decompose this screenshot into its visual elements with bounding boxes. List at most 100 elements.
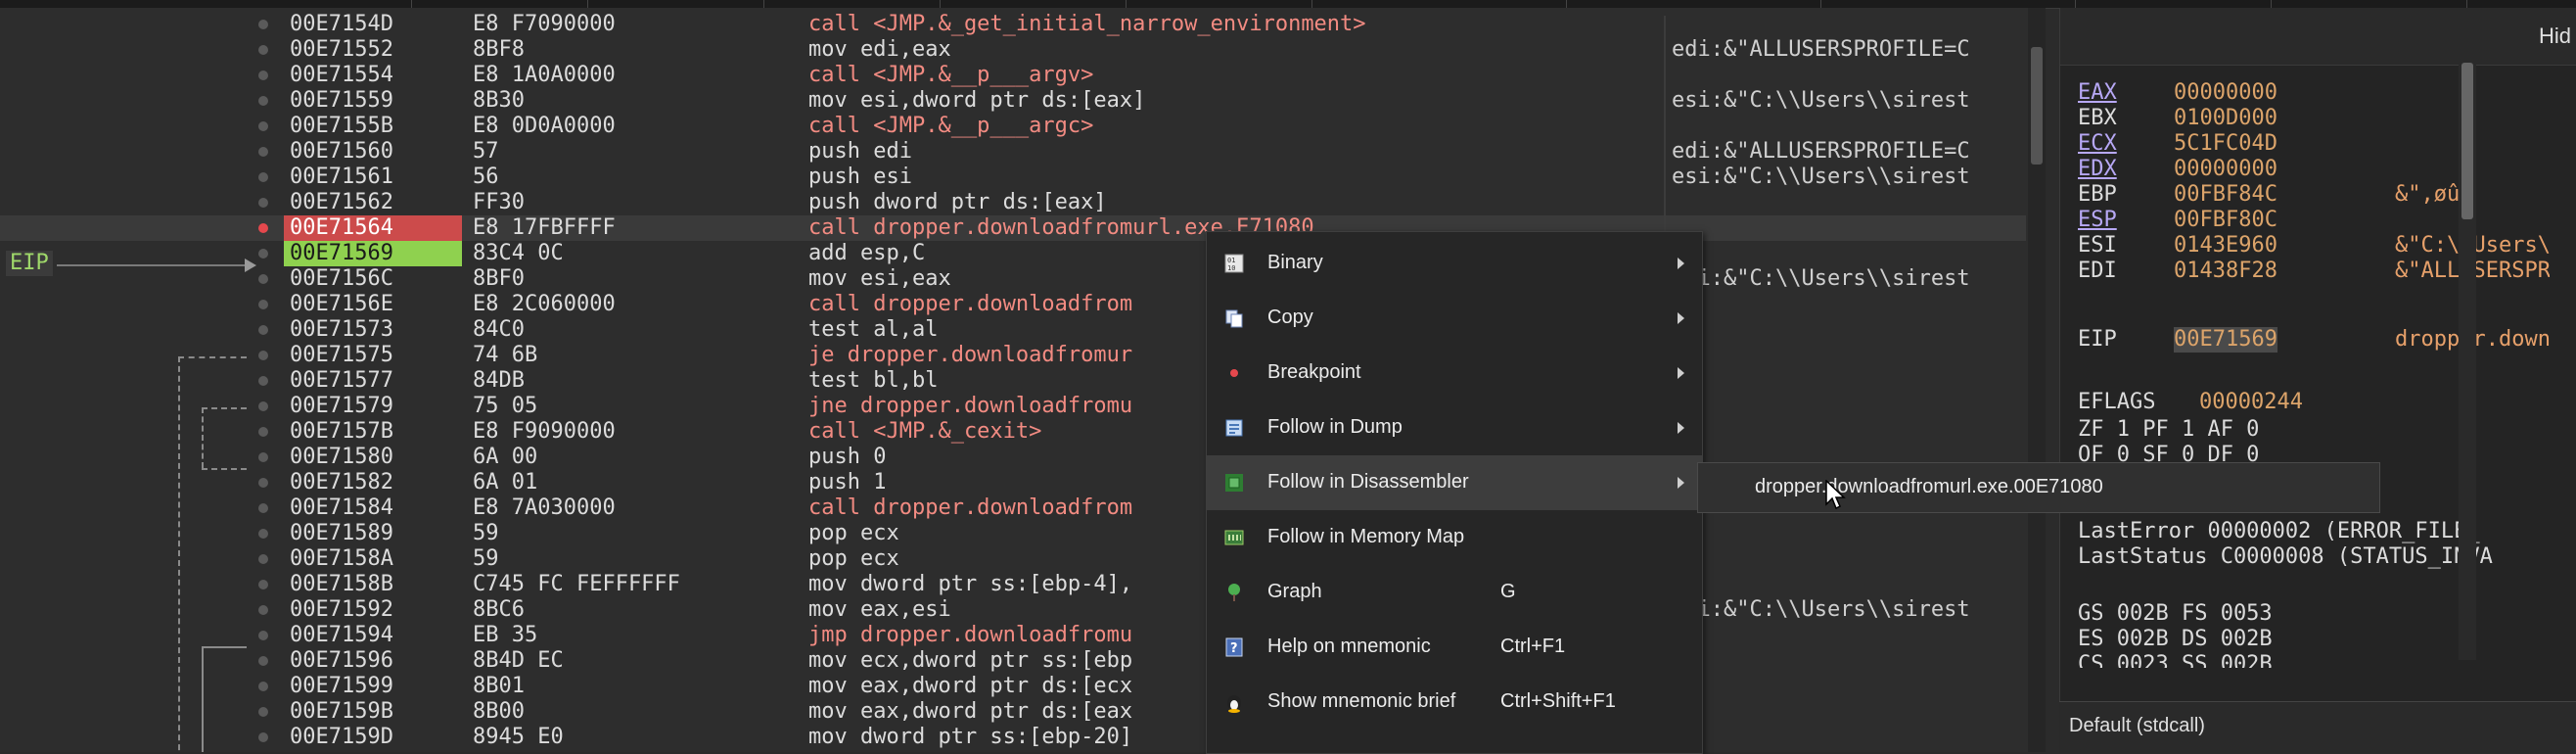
disasm-bytes[interactable]: 74 6B xyxy=(473,343,537,368)
tab[interactable] xyxy=(1311,0,1567,8)
tab[interactable] xyxy=(763,0,941,8)
disasm-row[interactable]: 00E7159B 8B00 mov eax,dword ptr ds:[eax xyxy=(0,699,2026,725)
disasm-address[interactable]: 00E71580 xyxy=(284,445,462,470)
disasm-row[interactable]: 00E71560 57 push edi edi:&"ALLUSERSPROFILE=… xyxy=(0,139,2026,165)
disasm-instruction[interactable]: add esp,C xyxy=(808,241,925,266)
disasm-instruction[interactable]: call <JMP.&_cexit> xyxy=(808,419,1041,445)
breakpoint-slot-icon[interactable] xyxy=(258,554,268,564)
disasm-instruction[interactable]: push esi xyxy=(808,165,912,190)
register-value[interactable]: 00E71569 xyxy=(2174,327,2277,353)
disasm-address[interactable]: 00E7154D xyxy=(284,12,462,37)
menu-item-copy[interactable]: Copy xyxy=(1207,291,1702,346)
disasm-row[interactable]: 00E7156E E8 2C060000 call dropper.download… xyxy=(0,292,2026,317)
disasm-row[interactable]: 00E7157B E8 F9090000 call <JMP.&_cexit> xyxy=(0,419,2026,445)
disasm-bytes[interactable]: C745 FC FEFFFFFF xyxy=(473,572,680,597)
register-ebx[interactable]: EBX 0100D000 xyxy=(2078,106,2277,131)
breakpoint-slot-icon[interactable] xyxy=(258,631,268,640)
disasm-address[interactable]: 00E7157B xyxy=(284,419,462,445)
menu-item-help-on-mnemonic[interactable]: ? Help on mnemonic Ctrl+F1 xyxy=(1207,620,1702,675)
disasm-bytes[interactable]: 59 xyxy=(473,546,499,572)
disasm-row[interactable]: 00E71562 FF30 push dword ptr ds:[eax] xyxy=(0,190,2026,215)
disasm-bytes[interactable]: 83C4 0C xyxy=(473,241,564,266)
segment-row-2[interactable]: ES 002B DS 002B xyxy=(2078,627,2273,652)
disasm-row[interactable]: 00E71564 E8 17FBFFFF call dropper.download… xyxy=(0,215,2026,241)
disasm-address[interactable]: 00E71554 xyxy=(284,63,462,88)
register-edi[interactable]: EDI01438F28&"ALLUSERSPRO xyxy=(2078,259,2550,284)
disasm-address[interactable]: 00E71564 xyxy=(284,215,462,241)
disasm-address[interactable]: 00E7156C xyxy=(284,266,462,292)
disasm-address[interactable]: 00E71594 xyxy=(284,623,462,648)
register-value[interactable]: 01438F28 xyxy=(2174,259,2277,284)
breakpoint-slot-icon[interactable] xyxy=(258,682,268,691)
disasm-instruction[interactable]: mov ecx,dword ptr ss:[ebp xyxy=(808,648,1132,674)
register-eax[interactable]: EAX 00000000 xyxy=(2078,80,2277,106)
disasm-bytes[interactable]: 56 xyxy=(473,165,499,190)
disasm-row[interactable]: 00E7158B C745 FC FEFFFFFF mov dword ptr ss… xyxy=(0,572,2026,597)
disasm-row[interactable]: 00E71596 8B4D EC mov ecx,dword ptr ss:[ebp xyxy=(0,648,2026,674)
disasm-row[interactable]: 00E71559 8B30 mov esi,dword ptr ds:[eax] es… xyxy=(0,88,2026,114)
registers-scrollbar[interactable] xyxy=(2459,61,2476,660)
disasm-bytes[interactable]: E8 2C060000 xyxy=(473,292,616,317)
disasm-bytes[interactable]: E8 0D0A0000 xyxy=(473,114,616,139)
disasm-bytes[interactable]: 8945 E0 xyxy=(473,725,564,750)
disasm-instruction[interactable]: mov esi,dword ptr ds:[eax] xyxy=(808,88,1145,114)
disasm-address[interactable]: 00E71589 xyxy=(284,521,462,546)
breakpoint-slot-icon[interactable] xyxy=(258,401,268,411)
disasm-comment[interactable]: edi:&"ALLUSERSPROFILE=C xyxy=(1672,139,1970,165)
calling-convention-label[interactable]: Default (stdcall) xyxy=(2069,715,2205,737)
calling-convention-bar[interactable]: Default (stdcall) xyxy=(2059,701,2576,753)
disasm-bytes[interactable]: E8 1A0A0000 xyxy=(473,63,616,88)
disasm-instruction[interactable]: call <JMP.&_get_initial_narrow_environme… xyxy=(808,12,1366,37)
register-value[interactable]: 5C1FC04D xyxy=(2174,131,2277,157)
breakpoint-slot-icon[interactable] xyxy=(258,172,268,182)
segment-row-1[interactable]: GS 002B FS 0053 xyxy=(2078,601,2273,627)
breakpoint-slot-icon[interactable] xyxy=(258,351,268,360)
breakpoint-slot-icon[interactable] xyxy=(258,20,268,29)
disasm-row[interactable]: 00E71592 8BC6 mov eax,esi esi:&"C:\\Users\\… xyxy=(0,597,2026,623)
disasm-comment[interactable]: edi:&"ALLUSERSPROFILE=C xyxy=(1672,37,1970,63)
disasm-comment[interactable]: esi:&"C:\\Users\\sirest xyxy=(1672,165,1970,190)
breakpoint-slot-icon[interactable] xyxy=(258,656,268,666)
disasm-comment[interactable]: esi:&"C:\\Users\\sirest xyxy=(1672,597,1970,623)
disasm-address[interactable]: 00E71599 xyxy=(284,674,462,699)
disasm-row[interactable]: 00E7155B E8 0D0A0000 call <JMP.&__p___argc… xyxy=(0,114,2026,139)
disasm-bytes[interactable]: 8BF8 xyxy=(473,37,525,63)
disasm-address[interactable]: 00E71575 xyxy=(284,343,462,368)
eflags-row[interactable]: EFLAGS 00000244 xyxy=(2078,390,2303,415)
disasm-bytes[interactable]: 75 05 xyxy=(473,394,537,419)
breakpoint-slot-icon[interactable] xyxy=(258,732,268,742)
disasm-row[interactable]: 00E71594 EB 35 jmp dropper.downloadfromu xyxy=(0,623,2026,648)
disasm-instruction[interactable]: mov eax,dword ptr ds:[eax xyxy=(808,699,1132,725)
disasm-address[interactable]: 00E71562 xyxy=(284,190,462,215)
disasm-address[interactable]: 00E71573 xyxy=(284,317,462,343)
register-value[interactable]: 00FBF84C xyxy=(2174,182,2277,208)
disasm-row[interactable]: 00E71573 84C0 test al,al xyxy=(0,317,2026,343)
tab[interactable] xyxy=(2075,0,2272,8)
disasm-row[interactable]: 00E71599 8B01 mov eax,dword ptr ds:[ecx xyxy=(0,674,2026,699)
disasm-bytes[interactable]: 8B00 xyxy=(473,699,525,725)
disasm-address[interactable]: 00E71582 xyxy=(284,470,462,495)
disasm-instruction[interactable]: pop ecx xyxy=(808,546,899,572)
disasm-row[interactable]: 00E71579 75 05 jne dropper.downloadfromu xyxy=(0,394,2026,419)
register-value[interactable]: 0143E960 xyxy=(2174,233,2277,259)
disasm-address[interactable]: 00E7158A xyxy=(284,546,462,572)
disasm-instruction[interactable]: test bl,bl xyxy=(808,368,938,394)
tab[interactable] xyxy=(1126,0,1312,8)
disasm-address[interactable]: 00E7158B xyxy=(284,572,462,597)
disasm-comment[interactable]: esi:&"C:\\Users\\sirest xyxy=(1672,266,1970,292)
breakpoint-slot-icon[interactable] xyxy=(258,529,268,539)
tab[interactable] xyxy=(1820,0,2076,8)
disasm-instruction[interactable]: jne dropper.downloadfromu xyxy=(808,394,1132,419)
breakpoint-slot-icon[interactable] xyxy=(258,198,268,208)
disasm-bytes[interactable]: EB 35 xyxy=(473,623,537,648)
disasm-address[interactable]: 00E71584 xyxy=(284,495,462,521)
breakpoint-set-icon[interactable] xyxy=(258,223,268,233)
tab[interactable] xyxy=(1566,0,1821,8)
menu-item-binary[interactable]: 01 10 Binary xyxy=(1207,236,1702,291)
tab[interactable] xyxy=(940,0,1127,8)
breakpoint-slot-icon[interactable] xyxy=(258,452,268,462)
disassembly-scrollbar[interactable] xyxy=(2028,8,2046,752)
disasm-address[interactable]: 00E7159B xyxy=(284,699,462,725)
disasm-address[interactable]: 00E71569 xyxy=(284,241,462,266)
disasm-instruction[interactable]: push 0 xyxy=(808,445,886,470)
